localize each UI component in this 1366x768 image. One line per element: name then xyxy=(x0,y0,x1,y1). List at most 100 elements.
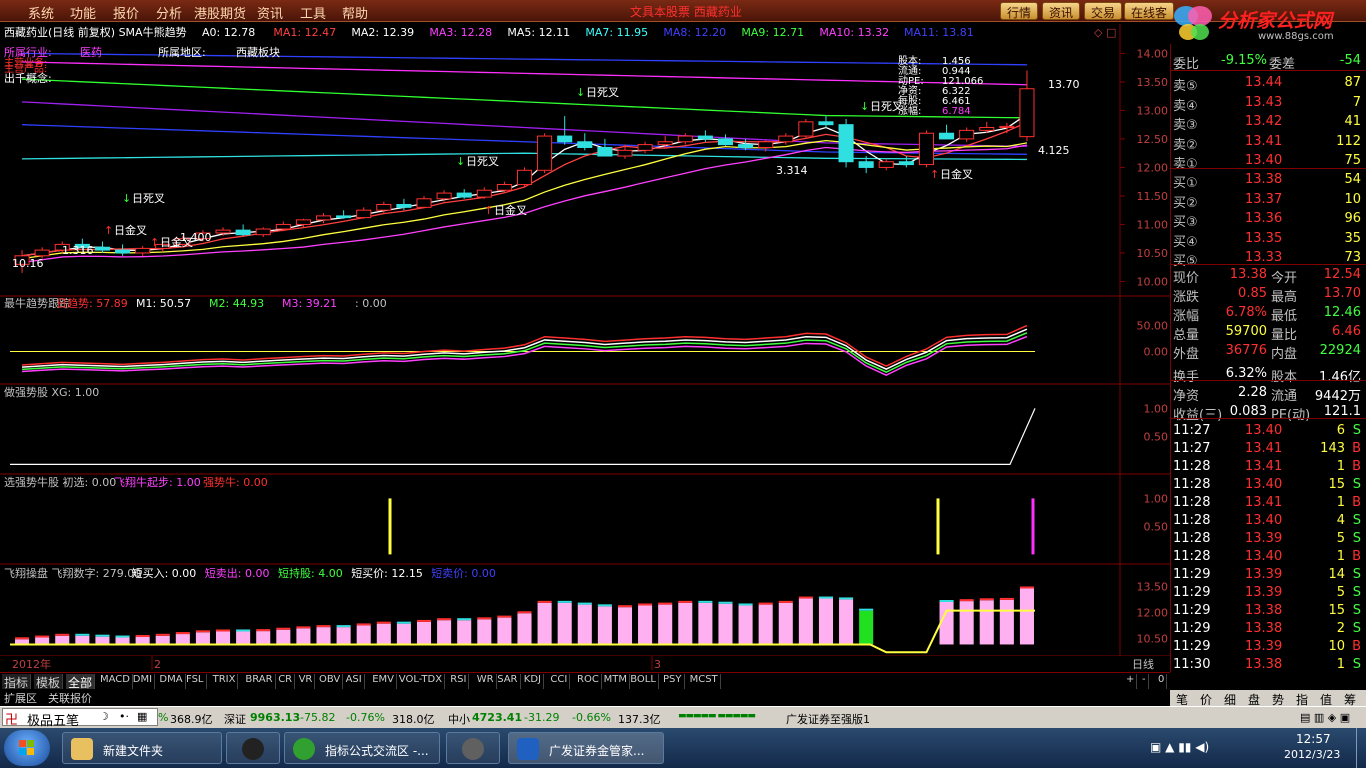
candle-body[interactable] xyxy=(557,135,573,143)
candle-body[interactable] xyxy=(215,229,231,234)
candle-body[interactable] xyxy=(376,203,392,211)
indicator-tab-20[interactable]: ROC xyxy=(575,674,602,689)
indicator-tab-21[interactable]: MTM xyxy=(602,674,630,689)
candle-body[interactable] xyxy=(336,215,352,219)
indicator-tab-5[interactable]: DMA xyxy=(157,674,186,689)
candle-body[interactable] xyxy=(878,161,894,168)
sub-tab-0[interactable]: 扩展区 xyxy=(4,690,37,706)
candle-body[interactable] xyxy=(1019,88,1035,138)
candle-body[interactable] xyxy=(939,132,955,140)
candle-body[interactable] xyxy=(778,135,794,143)
zoom-in-button[interactable]: + xyxy=(1124,674,1138,689)
candle-body[interactable] xyxy=(959,129,975,140)
reset-button[interactable]: 0 xyxy=(1156,674,1168,689)
candle-body[interactable] xyxy=(275,223,291,230)
candle-body[interactable] xyxy=(295,219,311,225)
ime-punct-icon[interactable]: •· xyxy=(119,710,129,723)
tab-info[interactable]: 资讯 xyxy=(1042,2,1081,20)
candle-body[interactable] xyxy=(758,141,774,148)
indicator-tab-14[interactable]: VOL-TDX xyxy=(397,674,446,689)
candle-body[interactable] xyxy=(738,144,754,148)
menu-hk-futures[interactable]: 港股期货 xyxy=(194,3,246,22)
candle-body[interactable] xyxy=(898,161,914,166)
candle-body[interactable] xyxy=(979,127,995,131)
indicator-tab-11[interactable]: OBV xyxy=(317,674,344,689)
indicator-tab-16[interactable]: WR xyxy=(475,674,497,689)
candle-body[interactable] xyxy=(476,189,492,198)
candle-body[interactable] xyxy=(255,228,271,236)
candle-body[interactable] xyxy=(34,249,50,257)
menu-news[interactable]: 资讯 xyxy=(257,3,283,22)
menu-function[interactable]: 功能 xyxy=(70,3,96,22)
taskbar-item-media[interactable] xyxy=(446,732,500,764)
menu-help[interactable]: 帮助 xyxy=(342,3,368,22)
candle-body[interactable] xyxy=(577,141,593,148)
candle-body[interactable] xyxy=(396,203,412,208)
candle-body[interactable] xyxy=(436,192,452,200)
menu-quote[interactable]: 报价 xyxy=(113,3,139,22)
candle-body[interactable] xyxy=(315,215,332,221)
zoom-out-button[interactable]: - xyxy=(1140,674,1149,689)
indicator-tab-2[interactable]: 全部 xyxy=(66,674,96,690)
candle-body[interactable] xyxy=(918,132,934,166)
indicator-tab-23[interactable]: PSY xyxy=(661,674,685,689)
tab-online-service[interactable]: 在线客 xyxy=(1124,2,1175,20)
indicator-tab-22[interactable]: BOLL xyxy=(628,674,659,689)
indicator-tab-10[interactable]: VR xyxy=(297,674,316,689)
candle-body[interactable] xyxy=(717,138,734,146)
tab-market[interactable]: 行情 xyxy=(1000,2,1039,20)
show-desktop-button[interactable] xyxy=(1356,728,1366,768)
candle-body[interactable] xyxy=(135,247,151,254)
indicator-tab-9[interactable]: CR xyxy=(276,674,296,689)
candle-body[interactable] xyxy=(597,146,613,157)
taskbar-item-guangfa[interactable]: 广发证券金管家... xyxy=(508,732,664,764)
candle-body[interactable] xyxy=(818,121,834,126)
indicator-tab-12[interactable]: ASI xyxy=(344,674,365,689)
ime-keyboard-icon[interactable]: ▦ xyxy=(137,710,147,723)
candle-body[interactable] xyxy=(235,229,251,236)
taskbar-item-qq[interactable] xyxy=(226,732,280,764)
candle-body[interactable] xyxy=(637,144,653,151)
tab-trade[interactable]: 交易 xyxy=(1084,2,1123,20)
candle-body[interactable] xyxy=(115,249,131,254)
taskbar-item-folder[interactable]: 新建文件夹 xyxy=(62,732,222,764)
diamond-icon[interactable]: ◇ xyxy=(1094,26,1103,39)
indicator-tab-0[interactable]: 指标 xyxy=(2,674,32,690)
candle-body[interactable] xyxy=(697,135,713,140)
indicator-tab-8[interactable]: BRAR xyxy=(243,674,276,689)
menu-analysis[interactable]: 分析 xyxy=(156,3,182,22)
candle-body[interactable] xyxy=(456,192,472,198)
indicator-tab-19[interactable]: CCI xyxy=(548,674,571,689)
candle-body[interactable] xyxy=(858,161,874,168)
candle-body[interactable] xyxy=(838,124,854,163)
menu-tools[interactable]: 工具 xyxy=(300,3,326,22)
candle-body[interactable] xyxy=(677,135,693,143)
tray-icons[interactable]: ▣ ▲ ▮▮ ◀) xyxy=(1150,740,1209,754)
candle-body[interactable] xyxy=(416,198,432,208)
candle-body[interactable] xyxy=(356,209,372,219)
indicator-tab-18[interactable]: KDJ xyxy=(522,674,545,689)
candle-body[interactable] xyxy=(537,135,553,171)
chart-svg[interactable]: 14.00 13.50 13.00 12.50 12.00 11.50 11.00 10.50… xyxy=(0,24,1170,672)
indicator-tab-17[interactable]: SAR xyxy=(495,674,521,689)
taskbar-item-browser[interactable]: 指标公式交流区 -... xyxy=(284,732,440,764)
indicator-tab-6[interactable]: FSL xyxy=(184,674,207,689)
chart-area[interactable]: 14.00 13.50 13.00 12.50 12.00 11.50 11.00 10.50… xyxy=(0,24,1170,672)
candle-body[interactable] xyxy=(617,149,633,157)
sub-tab-1[interactable]: 关联报价 xyxy=(48,690,92,706)
indicator-tab-13[interactable]: EMV xyxy=(370,674,397,689)
ime-toolbar[interactable]: 卍 极品五笔 ☽ •· ▦ xyxy=(2,708,158,729)
ime-moon-icon[interactable]: ☽ xyxy=(99,710,109,723)
indicator-tab-15[interactable]: RSI xyxy=(448,674,470,689)
candle-body[interactable] xyxy=(516,169,533,186)
candle-body[interactable] xyxy=(798,121,814,137)
indicator-tab-24[interactable]: MCST xyxy=(688,674,721,689)
indicator-tab-3[interactable]: MACD xyxy=(98,674,133,689)
indicator-tab-7[interactable]: TRIX xyxy=(211,674,239,689)
candle-body[interactable] xyxy=(657,141,673,146)
indicator-tab-1[interactable]: 模板 xyxy=(34,674,64,690)
indicator-tab-4[interactable]: DMI xyxy=(131,674,156,689)
start-button[interactable] xyxy=(4,730,50,766)
candle-body[interactable] xyxy=(496,184,512,191)
menu-system[interactable]: 系统 xyxy=(28,3,54,22)
